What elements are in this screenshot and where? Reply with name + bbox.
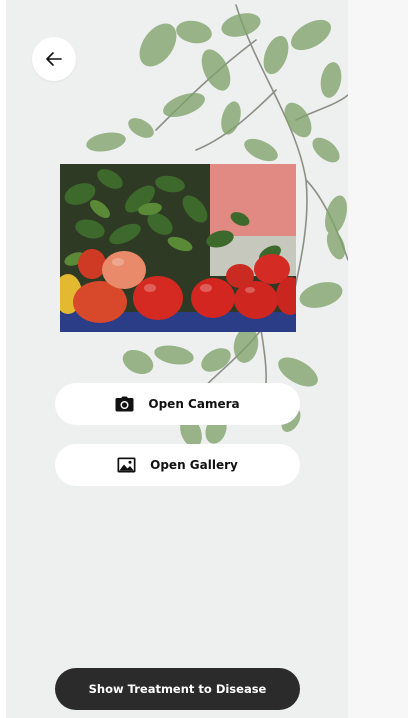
plant-preview-image [60,164,296,332]
open-gallery-button[interactable]: Open Gallery [55,444,300,486]
open-gallery-label: Open Gallery [150,458,238,472]
show-treatment-label: Show Treatment to Disease [88,682,267,696]
arrow-left-icon [44,49,64,69]
camera-icon [115,396,134,412]
open-camera-button[interactable]: Open Camera [55,383,300,425]
outer-margin [348,0,408,718]
image-icon [117,457,136,473]
back-button[interactable] [32,37,76,81]
show-treatment-button[interactable]: Show Treatment to Disease [55,668,300,710]
open-camera-label: Open Camera [148,397,240,411]
app-screen: Open Camera Open Gallery Show Treatment … [6,0,348,718]
